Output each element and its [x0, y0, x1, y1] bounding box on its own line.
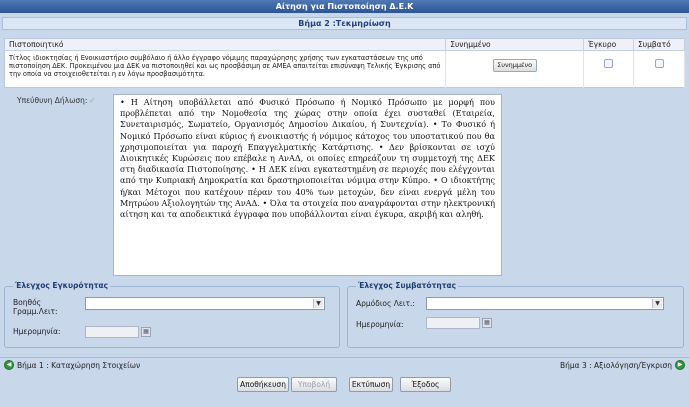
compat-date-input[interactable] — [426, 317, 480, 329]
next-step-label: Βήμα 3 : Αξιολόγηση/Έγκριση — [559, 360, 672, 370]
prev-step-label: Βήμα 1 : Καταχώρηση Στοιχείων — [17, 360, 141, 370]
prev-step-link[interactable]: ◀ Βήμα 1 : Καταχώρηση Στοιχείων — [4, 360, 140, 370]
arrow-right-circle-icon: ▶ — [675, 360, 685, 370]
header-document: Πιστοποιητικό — [4, 38, 447, 51]
calendar-icon[interactable]: ▦ — [482, 318, 492, 328]
header-valid: Έγκυρο — [583, 38, 634, 51]
header-compatible: Συμβατό — [633, 38, 685, 51]
print-button[interactable]: Εκτύπωση — [349, 377, 393, 392]
validity-date-input[interactable] — [85, 326, 139, 338]
calendar-icon[interactable]: ▦ — [141, 327, 151, 337]
document-description: Τίτλος ιδιοκτησίας ή Ενοικιαστήριο συμβό… — [4, 50, 447, 88]
save-button[interactable]: Αποθήκευση — [237, 377, 289, 392]
valid-cell — [583, 50, 634, 88]
declaration-text: • Η Αίτηση υποβάλλεται από Φυσικό Πρόσωπ… — [113, 94, 502, 276]
compat-check-group: Έλεγχος Συμβατότητας Αρμόδιος Λειτ.: ▼ Η… — [347, 281, 684, 348]
arrow-left-circle-icon: ◀ — [4, 360, 14, 370]
table-row: Τίτλος ιδιοκτησίας ή Ενοικιαστήριο συμβό… — [4, 50, 685, 88]
validity-date-label: Ημερομηνία: — [13, 327, 61, 336]
officer-label: Αρμόδιος Λειτ.: — [356, 299, 415, 308]
assistant-select[interactable]: ▼ — [85, 297, 325, 310]
attachment-button[interactable]: Συνημμένο — [492, 59, 537, 72]
officer-select[interactable]: ▼ — [426, 297, 664, 310]
assistant-label: Βοηθός Γραμμ.Λειτ: — [13, 298, 58, 316]
chevron-down-icon: ▼ — [313, 299, 323, 308]
declaration-label: Υπεύθυνη Δήλωση: — [17, 96, 88, 105]
step-title: Βήμα 2 :Τεκμηρίωση — [2, 17, 687, 30]
attachment-cell: Συνημμένο — [445, 50, 585, 88]
submit-button[interactable]: Υποβολή — [291, 377, 337, 392]
valid-checkbox[interactable] — [604, 59, 614, 68]
documents-table: Πιστοποιητικό Συνημμένο Έγκυρο Συμβατό Τ… — [4, 38, 685, 88]
exit-button[interactable]: Έξοδος — [400, 377, 451, 392]
validity-check-legend: Έλεγχος Εγκυρότητας — [13, 281, 111, 290]
compatible-checkbox[interactable] — [654, 59, 664, 68]
compat-check-legend: Έλεγχος Συμβατότητας — [356, 281, 459, 290]
chevron-down-icon: ▼ — [652, 299, 662, 308]
next-step-link[interactable]: Βήμα 3 : Αξιολόγηση/Έγκριση ▶ — [560, 360, 685, 370]
compat-date-label: Ημερομηνία: — [356, 320, 404, 329]
window-title: Αίτηση για Πιστοποίηση Δ.Ε.Κ — [0, 0, 689, 13]
compatible-cell — [633, 50, 685, 88]
header-attachment: Συνημμένο — [445, 38, 585, 51]
declaration-checkbox[interactable]: ✓ — [89, 96, 98, 105]
validity-check-group: Έλεγχος Εγκυρότητας Βοηθός Γραμμ.Λειτ: ▼… — [4, 281, 340, 348]
table-header-row: Πιστοποιητικό Συνημμένο Έγκυρο Συμβατό — [4, 38, 685, 51]
step-navigation: ◀ Βήμα 1 : Καταχώρηση Στοιχείων Βήμα 3 :… — [0, 357, 689, 371]
